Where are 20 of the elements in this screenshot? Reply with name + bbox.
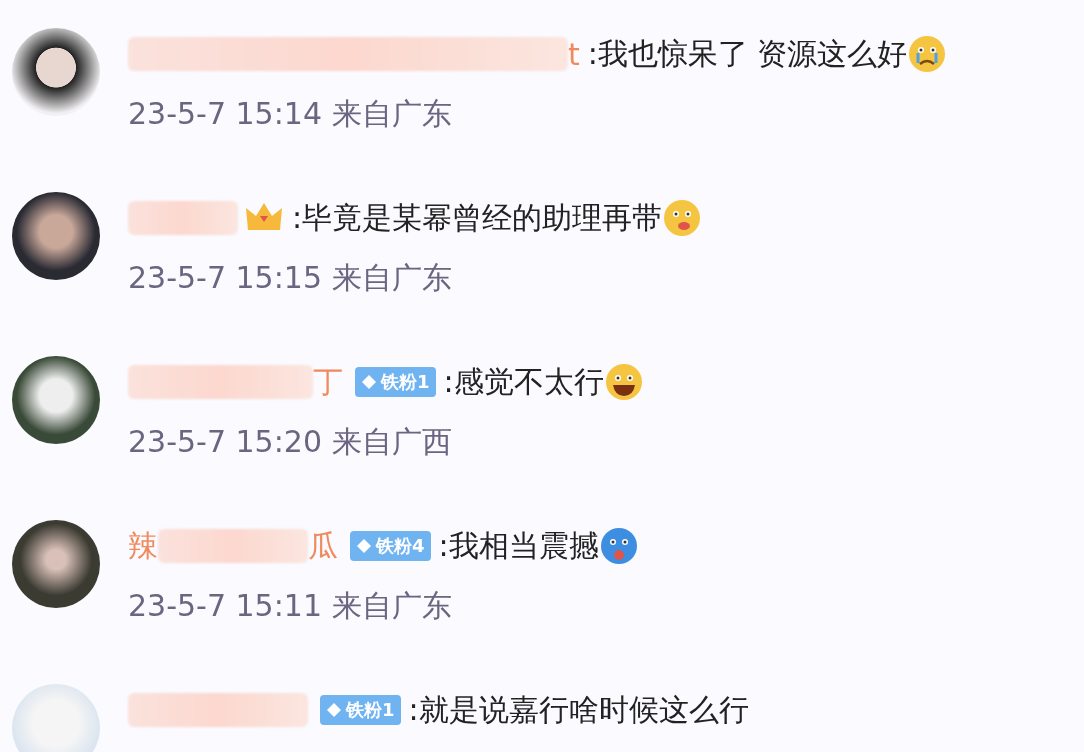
username-fragment[interactable]: 辣 <box>128 525 158 567</box>
emoji-icon <box>907 34 948 74</box>
username-fragment[interactable]: 丁 <box>313 361 343 403</box>
fan-badge: 铁粉4 <box>350 531 431 561</box>
comment-time: 23-5-7 15:15 来自广东 <box>128 259 453 297</box>
emoji-icon <box>598 526 639 566</box>
comment-time: 23-5-7 15:14 来自广东 <box>128 95 453 133</box>
comment-text: :感觉不太行 <box>443 362 604 401</box>
emoji-icon <box>603 362 644 402</box>
username-fragment[interactable]: 瓜 <box>308 525 338 567</box>
fan-badge: 铁粉1 <box>355 367 436 397</box>
comment-text: :就是说嘉行啥时候这么行 <box>408 690 749 729</box>
username-fragment[interactable]: t <box>568 36 580 72</box>
comment-text: :我相当震撼 <box>438 526 599 565</box>
comment-text: :我也惊呆了 资源这么好 <box>587 34 908 73</box>
comment-text: :毕竟是某幂曾经的助理再带 <box>292 198 663 237</box>
comment-time: 23-5-7 15:11 来自广东 <box>128 587 453 625</box>
emoji-icon <box>662 198 703 238</box>
fan-badge: 铁粉1 <box>320 695 401 725</box>
comment-time: 23-5-7 15:20 来自广西 <box>128 423 453 461</box>
